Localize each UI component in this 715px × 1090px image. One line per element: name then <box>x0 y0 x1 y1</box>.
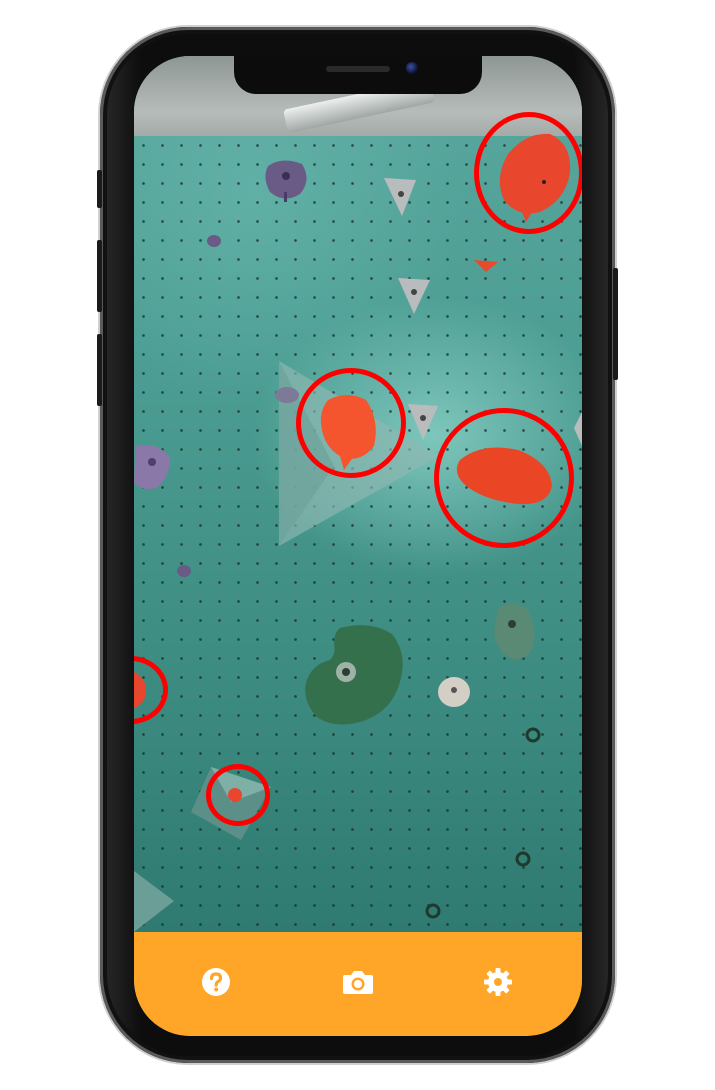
hold-green-ring-1 <box>525 727 541 743</box>
detection-ring[interactable] <box>434 408 574 548</box>
power-button <box>613 268 618 380</box>
hold-grey-triangle-1 <box>384 178 416 216</box>
hold-green-ring-2 <box>515 851 531 867</box>
gear-icon <box>484 968 512 996</box>
detection-ring[interactable] <box>206 764 270 826</box>
detection-ring[interactable] <box>474 112 582 234</box>
hold-purple-tiny <box>177 565 191 577</box>
hold-beige <box>438 677 470 707</box>
hold-purple-left <box>134 445 170 490</box>
notch <box>234 56 482 94</box>
hold-grey-triangle-3 <box>408 404 438 440</box>
front-camera-icon <box>406 62 418 74</box>
camera-view[interactable] <box>134 56 582 932</box>
help-icon <box>202 968 230 996</box>
hold-purple-small <box>207 235 221 247</box>
volume-down-button <box>97 334 102 406</box>
hold-red-small-top <box>474 260 498 272</box>
hold-green-ring-3 <box>425 903 441 919</box>
volume-up-button <box>97 240 102 312</box>
wall-volume-corner <box>134 871 174 932</box>
mute-switch <box>97 170 102 208</box>
earpiece-speaker <box>326 66 390 72</box>
hold-grey-tiny <box>275 387 299 403</box>
detection-ring[interactable] <box>296 368 406 478</box>
hold-grey-edge <box>574 412 582 446</box>
bottom-toolbar <box>134 932 582 1036</box>
camera-icon <box>343 971 373 994</box>
phone-screen <box>134 56 582 1036</box>
hold-green-small <box>494 603 535 659</box>
hold-purple <box>265 160 307 202</box>
hold-grey-triangle-2 <box>398 278 430 314</box>
settings-button[interactable] <box>478 962 518 1002</box>
hold-green-large <box>305 625 403 725</box>
capture-photo-button[interactable] <box>338 962 378 1002</box>
help-button[interactable] <box>196 962 236 1002</box>
